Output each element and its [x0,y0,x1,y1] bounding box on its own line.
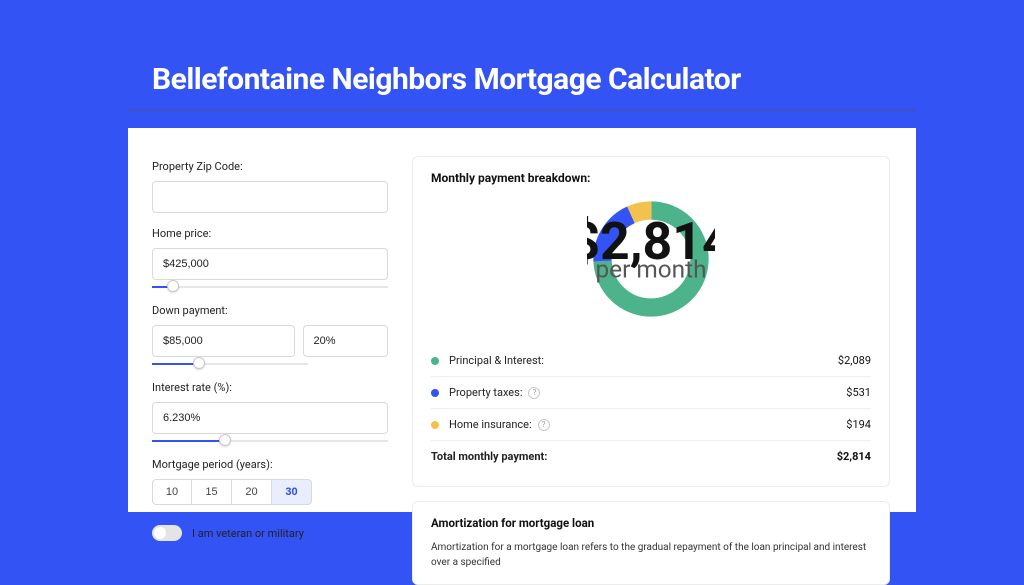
legend-label: Principal & Interest: [449,354,544,367]
down-amount-input[interactable] [152,325,295,357]
legend-value: $194 [846,418,871,431]
results-column: Monthly payment breakdown: $2,814 per mo… [412,128,916,512]
down-label: Down payment: [152,304,388,317]
period-option-30[interactable]: 30 [272,479,312,505]
amortization-card: Amortization for mortgage loan Amortizat… [412,501,890,585]
legend-row-total: Total monthly payment: $2,814 [431,441,871,472]
rate-slider[interactable] [152,436,388,448]
dot-icon [431,421,439,429]
breakdown-card: Monthly payment breakdown: $2,814 per mo… [412,156,890,487]
donut-center-sub: per month [595,254,706,283]
legend-value: $531 [846,386,871,399]
form-column: Property Zip Code: Home price: Down paym… [128,128,412,512]
period-segmented: 10 15 20 30 [152,479,388,505]
info-icon[interactable]: ? [538,419,550,431]
legend-row-principal: Principal & Interest: $2,089 [431,345,871,376]
zip-input[interactable] [152,181,388,213]
amortization-heading: Amortization for mortgage loan [431,516,871,530]
period-label: Mortgage period (years): [152,458,388,471]
page-title: Bellefontaine Neighbors Mortgage Calcula… [152,62,741,97]
donut-chart: $2,814 per month [431,195,871,323]
legend: Principal & Interest: $2,089 Property ta… [431,345,871,472]
dot-icon [431,389,439,397]
calculator-panel: Property Zip Code: Home price: Down paym… [128,128,916,512]
legend-row-insurance: Home insurance: ? $194 [431,409,871,440]
price-label: Home price: [152,227,388,240]
down-pct-input[interactable] [303,325,388,357]
veteran-toggle[interactable] [152,525,182,541]
period-option-10[interactable]: 10 [152,479,192,505]
total-value: $2,814 [837,450,871,463]
info-icon[interactable]: ? [528,387,540,399]
legend-label: Home insurance: [449,418,532,431]
period-option-15[interactable]: 15 [192,479,232,505]
title-underline [128,108,916,112]
price-input[interactable] [152,248,388,280]
price-slider[interactable] [152,282,388,294]
veteran-label: I am veteran or military [192,527,304,540]
legend-row-taxes: Property taxes: ? $531 [431,377,871,408]
zip-label: Property Zip Code: [152,160,388,173]
total-label: Total monthly payment: [431,450,547,463]
rate-label: Interest rate (%): [152,381,388,394]
amortization-body: Amortization for a mortgage loan refers … [431,540,871,570]
down-slider[interactable] [152,359,308,371]
legend-label: Property taxes: [449,386,522,399]
rate-input[interactable] [152,402,388,434]
period-option-20[interactable]: 20 [232,479,272,505]
legend-value: $2,089 [838,354,871,367]
dot-icon [431,357,439,365]
breakdown-heading: Monthly payment breakdown: [431,171,871,185]
